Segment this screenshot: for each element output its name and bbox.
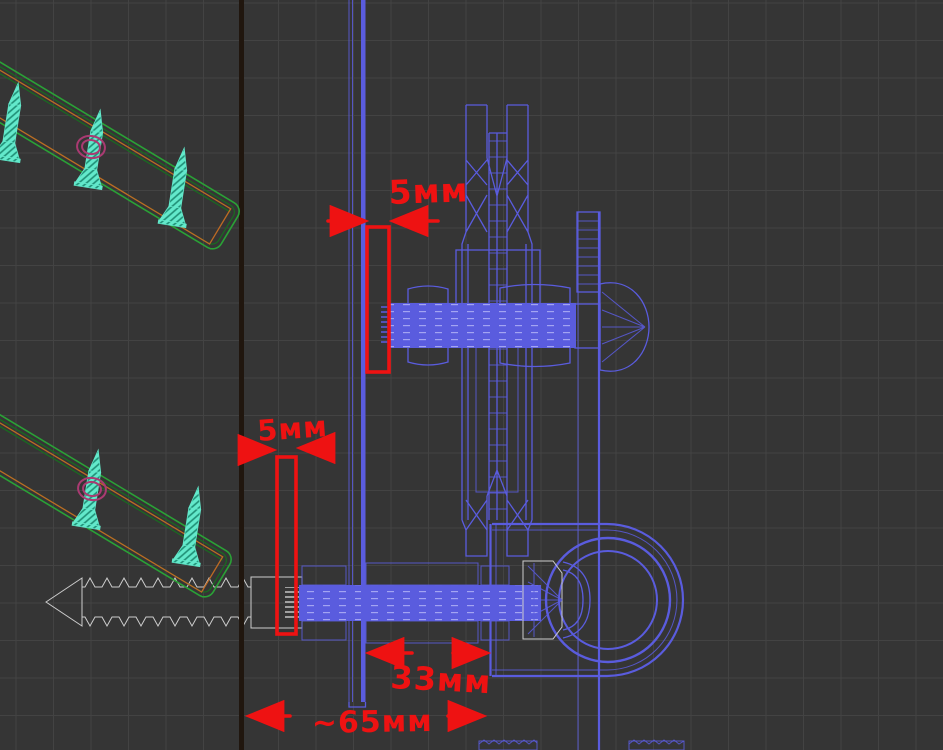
eye-ring-outer	[544, 536, 672, 664]
wall-line	[239, 0, 244, 750]
dimension-label-top-5mm: 5мм	[388, 170, 469, 212]
board-with-screws-middle[interactable]	[0, 386, 235, 601]
threaded-rod[interactable]	[576, 211, 601, 750]
knurled-part-bottom-right[interactable]	[628, 739, 685, 750]
axle-thread-section	[574, 303, 601, 349]
lag-screw-tip	[45, 577, 83, 627]
eye-bolt-shaft	[299, 585, 541, 621]
dimension-label-mid-5mm: 5мм	[256, 409, 329, 448]
dimension-label-33mm: 33мм	[390, 658, 493, 701]
screw-2	[73, 107, 115, 191]
viewport-canvas[interactable]: 5мм 5мм 33мм ~65мм	[0, 0, 943, 750]
lag-screw[interactable]	[45, 576, 303, 629]
dimension-label-65mm: ~65мм	[312, 704, 434, 741]
board-with-screws-top[interactable]	[0, 38, 243, 253]
knurled-part-bottom-left[interactable]	[478, 739, 538, 750]
dimension-box-top	[365, 225, 391, 374]
screw-5	[171, 484, 213, 568]
lag-screw-thread	[81, 576, 252, 628]
dimension-annotations[interactable]: 5мм 5мм 33мм ~65мм	[237, 170, 493, 741]
axle-bolt[interactable]	[381, 282, 650, 372]
axle-shaft	[388, 303, 576, 348]
wireframe-scene: 5мм 5мм 33мм ~65мм	[0, 0, 685, 750]
screw-3	[157, 145, 199, 229]
screw-1	[0, 80, 33, 164]
